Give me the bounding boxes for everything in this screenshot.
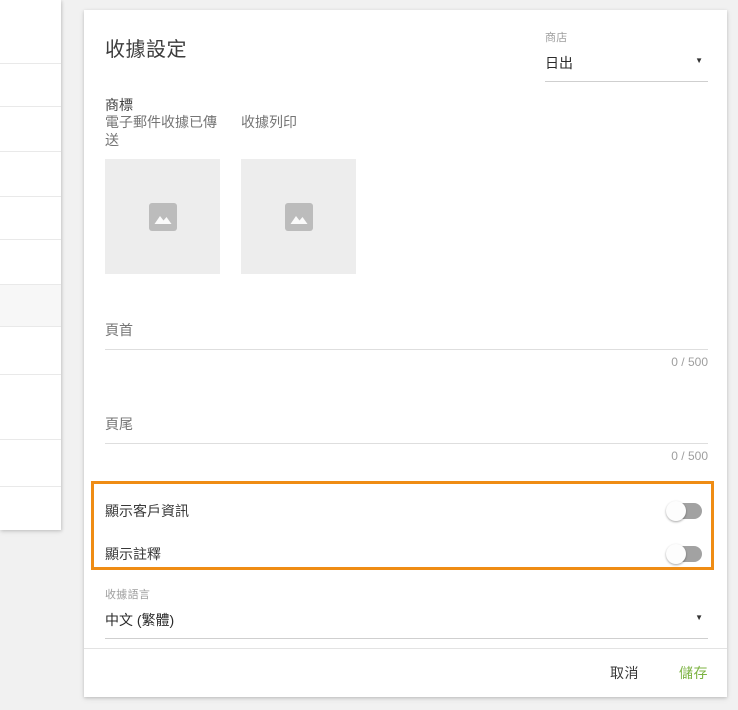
sidebar-list-item[interactable] (0, 240, 61, 285)
email-receipt-logo-upload: 電子郵件收據已傳送 (105, 113, 220, 274)
image-placeholder-icon (284, 202, 313, 231)
store-select[interactable]: 商店 日出 ▼ (545, 29, 708, 82)
highlighted-toggle-group: 顯示客戶資訊 顯示註釋 (91, 481, 714, 570)
show-notes-label: 顯示註釋 (105, 546, 161, 562)
sidebar-list (0, 0, 61, 530)
receipt-header-label: 頁首 (105, 322, 133, 338)
sidebar-list-item[interactable] (0, 152, 61, 197)
image-placeholder-icon (148, 202, 177, 231)
sidebar-list-item-selected[interactable] (0, 285, 61, 327)
toggle-knob (666, 501, 686, 521)
receipt-settings-card: 收據設定 商店 日出 ▼ 商標 電子郵件收據已傳送 收據列印 頁首 0 / 50… (84, 10, 727, 697)
chevron-down-icon: ▼ (695, 613, 703, 622)
receipt-header-counter: 0 / 500 (671, 355, 708, 369)
cancel-button[interactable]: 取消 (608, 659, 641, 687)
receipt-footer-input[interactable] (105, 434, 708, 444)
receipt-header-input[interactable] (105, 340, 708, 350)
toggle-knob (666, 544, 686, 564)
show-notes-toggle[interactable] (666, 544, 702, 564)
receipt-language-select[interactable]: 收據語言 中文 (繁體) ▼ (105, 586, 708, 639)
footer-actions: 取消 儲存 (84, 648, 727, 697)
logo-section-label: 商標 (105, 97, 133, 113)
sidebar-list-item[interactable] (0, 0, 61, 64)
sidebar-list-item[interactable] (0, 440, 61, 487)
receipt-footer-counter: 0 / 500 (671, 449, 708, 463)
receipt-header-field: 頁首 0 / 500 (105, 320, 708, 369)
show-customer-info-toggle[interactable] (666, 501, 702, 521)
sidebar-list-item[interactable] (0, 64, 61, 107)
email-receipt-logo-dropzone[interactable] (105, 159, 220, 274)
page-title: 收據設定 (105, 39, 187, 61)
save-button[interactable]: 儲存 (677, 659, 710, 687)
receipt-footer-field: 頁尾 0 / 500 (105, 414, 708, 463)
printed-receipt-logo-upload: 收據列印 (241, 113, 356, 274)
sidebar-list-item[interactable] (0, 327, 61, 375)
sidebar-list-item[interactable] (0, 197, 61, 240)
show-customer-info-label: 顯示客戶資訊 (105, 503, 189, 519)
receipt-footer-label: 頁尾 (105, 416, 133, 432)
sidebar-list-item[interactable] (0, 107, 61, 152)
chevron-down-icon: ▼ (695, 56, 703, 65)
printed-receipt-logo-dropzone[interactable] (241, 159, 356, 274)
upload-label: 收據列印 (241, 114, 297, 130)
receipt-language-label: 收據語言 (105, 589, 151, 601)
sidebar-list-item[interactable] (0, 487, 61, 530)
store-select-value: 日出 (545, 55, 573, 71)
show-notes-row: 顯示註釋 (105, 540, 702, 568)
sidebar-list-item[interactable] (0, 375, 61, 440)
show-customer-info-row: 顯示客戶資訊 (105, 497, 702, 525)
store-select-label: 商店 (545, 32, 568, 44)
upload-label: 電子郵件收據已傳送 (105, 114, 217, 148)
receipt-language-value: 中文 (繁體) (105, 612, 175, 628)
